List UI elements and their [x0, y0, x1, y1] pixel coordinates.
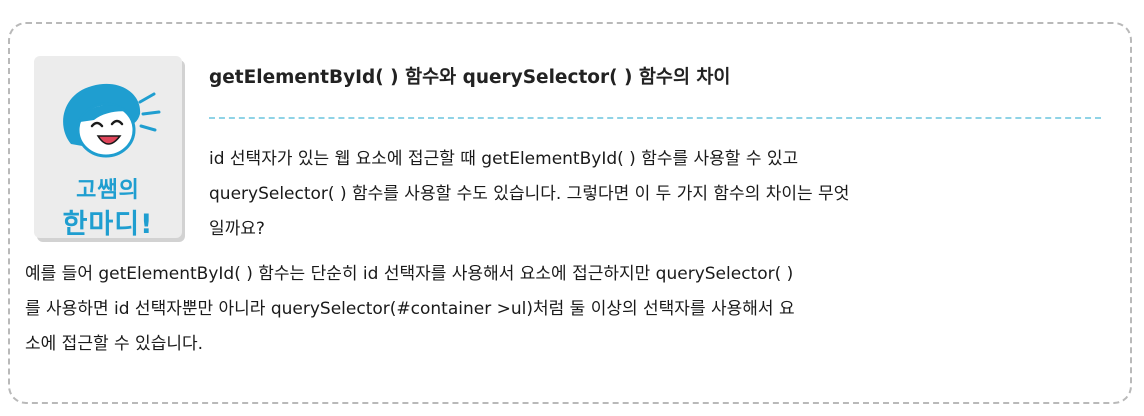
paragraph-2-line-3: 소에 접근할 수 있습니다. [25, 334, 204, 354]
laughing-teacher-icon [63, 83, 161, 158]
paragraph-1-line-1: id 선택자가 있는 웹 요소에 접근할 때 getElementById( )… [209, 149, 799, 169]
paragraph-1-line-2: querySelector( ) 함수를 사용할 수도 있습니다. 그렇다면 이… [209, 184, 850, 204]
title-divider [209, 117, 1101, 119]
tip-badge: 고쌤의 한마디! [34, 56, 182, 240]
tip-title: getElementById( ) 함수와 querySelector( ) 함… [209, 67, 731, 88]
paragraph-1-line-3: 일까요? [209, 219, 265, 239]
paragraph-2-line-2: 를 사용하면 id 선택자뿐만 아니라 querySelector(#conta… [25, 299, 795, 319]
paragraph-2-line-1: 예를 들어 getElementById( ) 함수는 단순히 id 선택자를 … [25, 264, 794, 284]
badge-label-line1: 고쌤의 [76, 178, 140, 203]
badge-label-line2: 한마디! [62, 209, 154, 240]
